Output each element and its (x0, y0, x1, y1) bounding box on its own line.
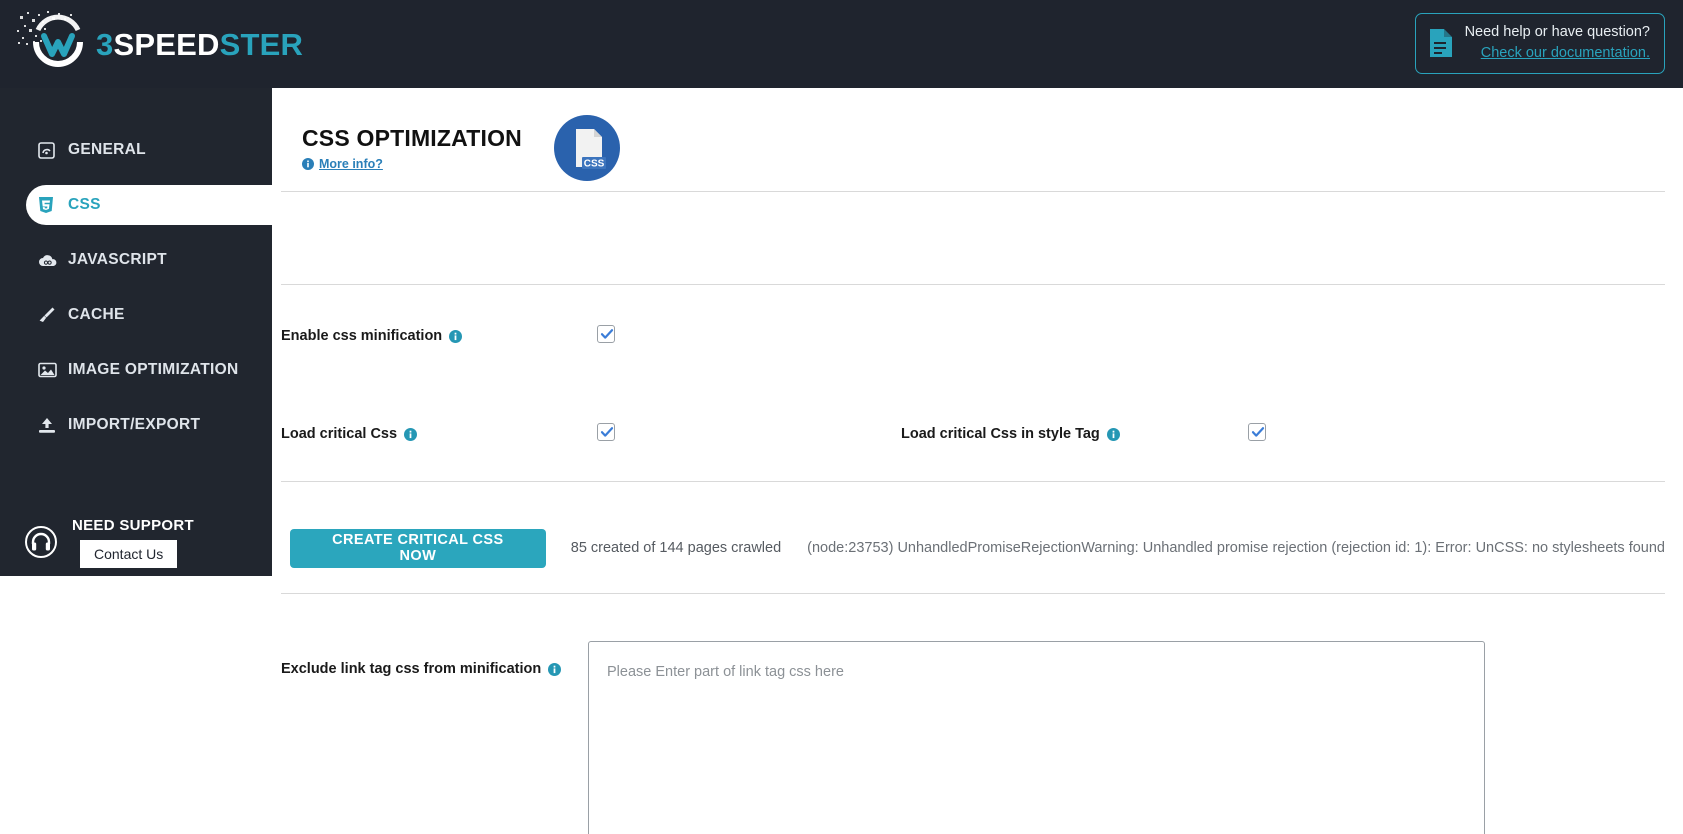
support-title: NEED SUPPORT (72, 517, 194, 534)
info-circle-icon[interactable] (449, 330, 462, 343)
w3-speedster-logo-icon (14, 8, 100, 80)
sidebar-item-css[interactable]: CSS (26, 185, 272, 225)
sidebar: GENERAL CSS (0, 88, 272, 508)
main-content: CSS OPTIMIZATION More info? (272, 88, 1683, 834)
dashboard-icon (38, 142, 60, 159)
top-bar: 3SPEEDSTER Need help or have question? C… (0, 0, 1683, 88)
row-enable-css-minification: Enable css minification (281, 320, 1665, 360)
css3-icon (38, 196, 60, 214)
field-label-text: Enable css minification (281, 328, 442, 344)
svg-text:CSS: CSS (584, 158, 605, 169)
sidebar-item-javascript[interactable]: JAVASCRIPT (0, 240, 272, 280)
contact-us-button[interactable]: Contact Us (80, 540, 177, 568)
info-circle-icon[interactable] (548, 663, 561, 676)
sidebar-item-label: GENERAL (68, 141, 146, 159)
field-label-text: Load critical Css (281, 426, 397, 442)
sidebar-item-label: CSS (68, 196, 101, 214)
page-title-block: CSS OPTIMIZATION More info? (302, 115, 522, 171)
load-critical-css-label: Load critical Css (281, 426, 417, 442)
divider (281, 481, 1665, 482)
load-critical-css-style-tag-label: Load critical Css in style Tag (901, 426, 1120, 442)
page-header: CSS OPTIMIZATION More info? (302, 115, 620, 181)
sidebar-item-import-export[interactable]: IMPORT/EXPORT (0, 405, 272, 445)
field-label-text: Exclude link tag css from minification (281, 661, 541, 677)
brand-logo[interactable]: 3SPEEDSTER (14, 8, 303, 80)
help-text: Need help or have question? Check our do… (1465, 22, 1650, 64)
sidebar-item-label: IMPORT/EXPORT (68, 416, 200, 434)
document-icon (1428, 28, 1454, 58)
page-title: CSS OPTIMIZATION (302, 127, 522, 150)
help-box[interactable]: Need help or have question? Check our do… (1415, 13, 1665, 74)
sidebar-item-cache[interactable]: CACHE (0, 295, 272, 335)
divider (281, 191, 1665, 192)
create-critical-css-now-button[interactable]: CREATE CRITICAL CSS NOW (290, 529, 546, 568)
load-critical-css-checkbox[interactable] (597, 423, 615, 441)
sidebar-item-label: JAVASCRIPT (68, 251, 167, 269)
divider (281, 593, 1665, 594)
image-icon (38, 362, 60, 378)
sidebar-item-general[interactable]: GENERAL (0, 130, 272, 170)
brand-ster: STER (220, 27, 303, 62)
sidebar-item-label: IMAGE OPTIMIZATION (68, 361, 238, 379)
enable-css-minification-checkbox[interactable] (597, 325, 615, 343)
upload-icon (38, 417, 60, 434)
support-content: NEED SUPPORT Contact Us (72, 517, 194, 568)
exclude-link-tag-label: Exclude link tag css from minification (281, 661, 561, 677)
info-circle-icon (302, 158, 314, 170)
enable-minification-label: Enable css minification (281, 328, 462, 344)
broom-icon (38, 306, 60, 324)
row-load-critical-css: Load critical Css Load critical Css in s… (281, 418, 1665, 458)
css-file-icon: CSS (554, 115, 620, 181)
row-create-critical-css: CREATE CRITICAL CSS NOW 85 created of 14… (281, 526, 1665, 570)
more-info[interactable]: More info? (302, 157, 522, 171)
info-circle-icon[interactable] (1107, 428, 1120, 441)
crawl-progress-text: 85 created of 144 pages crawled (571, 540, 781, 556)
crawl-warning-text: (node:23753) UnhandledPromiseRejectionWa… (807, 540, 1665, 556)
headset-icon (24, 525, 58, 559)
need-support-box: NEED SUPPORT Contact Us (0, 508, 272, 576)
divider (281, 284, 1665, 285)
brand-wordmark: 3SPEEDSTER (96, 29, 303, 60)
brand-speed: SPEED (113, 27, 219, 62)
app-root: 3SPEEDSTER Need help or have question? C… (0, 0, 1683, 834)
sidebar-item-label: CACHE (68, 306, 125, 324)
cloud-js-icon (38, 253, 60, 268)
field-label-text: Load critical Css in style Tag (901, 426, 1100, 442)
sidebar-nav: GENERAL CSS (0, 88, 272, 445)
help-question: Need help or have question? (1465, 22, 1650, 43)
info-circle-icon[interactable] (404, 428, 417, 441)
exclude-link-tag-textarea[interactable] (588, 641, 1485, 834)
sidebar-item-image-optimization[interactable]: IMAGE OPTIMIZATION (0, 350, 272, 390)
more-info-link[interactable]: More info? (319, 157, 383, 171)
documentation-link[interactable]: Check our documentation. (1465, 43, 1650, 64)
load-critical-css-style-tag-checkbox[interactable] (1248, 423, 1266, 441)
